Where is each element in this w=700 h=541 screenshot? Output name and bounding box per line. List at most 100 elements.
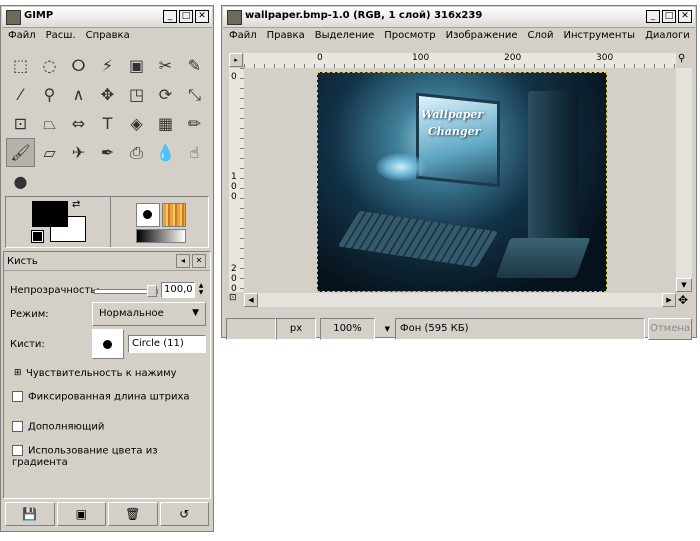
menu-select[interactable]: Выделение [310,28,380,45]
color-picker-icon[interactable]: ⁄ [6,80,35,109]
perspective-icon[interactable]: ⏢ [35,109,64,138]
gimp-logo-icon [6,10,21,25]
menu-dialogs[interactable]: Диалоги [640,28,695,45]
toolbox-titlebar[interactable]: GIMP _ □ ✕ [2,7,212,28]
move-navigation-icon[interactable]: ✥ [678,293,688,307]
scroll-right-button[interactable]: ▶ [662,293,676,307]
ruler-h-label-0: 0 [317,53,323,63]
flip-icon[interactable]: ⇔ [64,109,93,138]
opacity-spinner[interactable]: ▲ ▼ [196,282,206,298]
gradient-color-checkbox[interactable]: Использование цвета из градиента [12,445,210,468]
rect-select-icon[interactable]: ⬚ [6,51,35,80]
swap-colors-icon[interactable]: ⇄ [72,199,80,210]
panel-close-button[interactable]: ✕ [192,254,206,268]
computer-tower [528,91,578,241]
status-message: Фон (595 КБ) [395,318,645,340]
default-colors-icon[interactable] [31,230,44,243]
image-window: wallpaper.bmp-1.0 (RGB, 1 слой) 316x239 … [221,5,700,340]
brush-preview[interactable] [136,203,160,227]
canvas-area[interactable]: Wallpaper Changer [244,68,676,292]
ruler-corner-button[interactable]: ▸ [229,53,243,67]
scroll-left-button[interactable]: ◀ [244,293,258,307]
zoom-selector[interactable]: 100% ▼ [320,318,390,340]
zoom-icon[interactable]: ⚲ [35,80,64,109]
menu-extensions[interactable]: Расш. [41,28,81,45]
drawing-tablet [495,238,591,278]
ellipse-select-icon[interactable]: ◌ [35,51,64,80]
toolbox-title: GIMP [24,10,54,21]
chevron-down-icon: ▼ [384,325,390,333]
text-icon[interactable]: T [93,109,122,138]
opacity-slider[interactable] [94,285,158,297]
delete-options-button[interactable]: 🗑 [108,502,158,526]
mode-dropdown[interactable]: Нормальное ▼ [92,302,206,326]
menu-file[interactable]: Файл [3,28,41,45]
maximize-button[interactable]: □ [179,10,193,23]
menu-edit[interactable]: Правка [262,28,310,45]
crop-icon[interactable]: ◳ [122,80,151,109]
brush-select-button[interactable] [92,329,124,359]
glowing-hand [376,153,426,181]
save-options-button[interactable]: 💾 [5,502,55,526]
pressure-sensitivity-expander[interactable]: Чувствительность к нажиму [26,368,177,379]
move-icon[interactable]: ✥ [93,80,122,109]
menu-layer[interactable]: Слой [523,28,559,45]
opacity-input[interactable]: 100,0 [161,282,195,298]
color-select-icon[interactable]: ▣ [122,51,151,80]
ruler-h-label-200: 200 [504,53,522,63]
image-titlebar[interactable]: wallpaper.bmp-1.0 (RGB, 1 слой) 316x239 … [223,7,695,28]
navigate-icon[interactable]: ⊡ [229,293,243,307]
image-canvas[interactable]: Wallpaper Changer [317,72,607,292]
bucket-fill-icon[interactable]: ◈ [122,109,151,138]
clone-icon[interactable]: ⎙ [122,138,151,167]
airbrush-icon[interactable]: ✈ [64,138,93,167]
scale-icon[interactable]: ⤡ [180,80,209,109]
menu-file[interactable]: Файл [224,28,262,45]
blur-icon[interactable]: 💧 [151,138,180,167]
chevron-down-icon: ▼ [192,308,199,318]
pencil-icon[interactable]: ✏ [180,109,209,138]
reset-options-button[interactable]: ↺ [159,502,209,526]
fixed-length-checkbox[interactable]: Фиксированная длина штриха [12,391,190,403]
measure-icon[interactable]: ∧ [64,80,93,109]
smudge-icon[interactable]: ☝ [180,138,209,167]
rotate-icon[interactable]: ⟳ [151,80,180,109]
panel-menu-button[interactable]: ◂ [176,254,190,268]
vertical-ruler[interactable]: 0 1 0 0 2 0 0 [229,68,244,294]
foreground-color-swatch[interactable] [32,201,68,227]
paths-icon[interactable]: ✎ [180,51,209,80]
ruler-h-label-100: 100 [412,53,430,63]
menu-image[interactable]: Изображение [441,28,523,45]
close-button[interactable]: ✕ [678,10,692,23]
ink-icon[interactable]: ✒ [93,138,122,167]
unit-selector[interactable]: px ▼ [276,318,331,340]
horizontal-ruler[interactable]: 0 100 200 300 [244,53,676,68]
lasso-icon[interactable]: ⵔ [64,51,93,80]
minimize-button[interactable]: _ [163,10,177,23]
close-button[interactable]: ✕ [195,10,209,23]
paintbrush-icon[interactable]: 🖌 [6,138,35,167]
restore-options-button[interactable]: ▣ [56,502,106,526]
menu-filters[interactable]: Фи [695,28,700,45]
eraser-icon[interactable]: ▱ [35,138,64,167]
cancel-button[interactable]: Отмена [648,318,692,340]
vertical-scrollbar[interactable]: ▼ [676,68,692,292]
scroll-down-button[interactable]: ▼ [676,278,692,292]
scissors-icon[interactable]: ✂ [151,51,180,80]
horizontal-scrollbar[interactable]: ◀ ▶ [244,293,676,307]
dodge-burn-icon[interactable]: ● [6,167,35,196]
minimize-button[interactable]: _ [646,10,660,23]
color-area: ⇄ [5,196,209,248]
maximize-button[interactable]: □ [662,10,676,23]
zoom-scroll-icon[interactable]: ⚲ [678,53,692,67]
menu-help[interactable]: Справка [81,28,135,45]
pattern-preview[interactable] [162,203,186,227]
shear-icon[interactable]: ⊡ [6,109,35,138]
magic-wand-icon[interactable]: ⚡ [93,51,122,80]
blend-icon[interactable]: ▦ [151,109,180,138]
gradient-preview[interactable] [136,229,186,243]
menu-tools[interactable]: Инструменты [559,28,641,45]
menu-view[interactable]: Просмотр [379,28,440,45]
incremental-checkbox[interactable]: Дополняющий [12,421,104,433]
expand-icon[interactable]: ⊞ [14,368,22,378]
